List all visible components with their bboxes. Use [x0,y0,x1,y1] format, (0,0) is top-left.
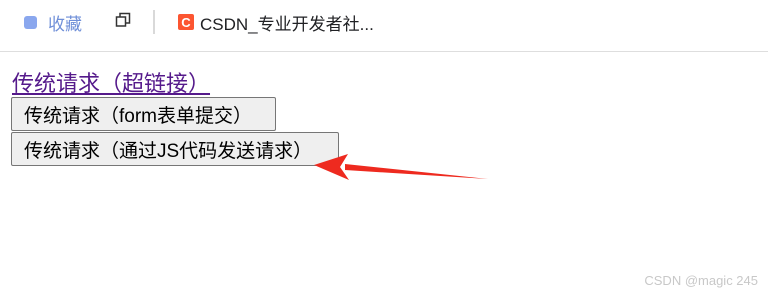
watermark: CSDN @magic 245 [644,273,758,288]
annotation-arrow-shaft [345,164,488,179]
js-request-button[interactable]: 传统请求（通过JS代码发送请求） [11,132,339,166]
copy-icon[interactable] [115,12,131,28]
csdn-logo-icon: C [178,14,194,30]
favorites-icon [24,15,37,29]
bookmarks-bar: 收藏 C CSDN_专业开发者社... [0,0,768,52]
bookmark-favorites[interactable]: 收藏 [24,12,82,34]
bookmark-csdn[interactable]: C CSDN_专业开发者社... [178,12,374,34]
form-submit-button[interactable]: 传统请求（form表单提交） [11,97,276,131]
bookmarks-divider [153,10,155,34]
bookmark-csdn-label: CSDN_专业开发者社... [200,14,374,34]
bookmark-favorites-label: 收藏 [48,14,82,34]
traditional-request-link[interactable]: 传统请求（超链接） [12,66,210,98]
